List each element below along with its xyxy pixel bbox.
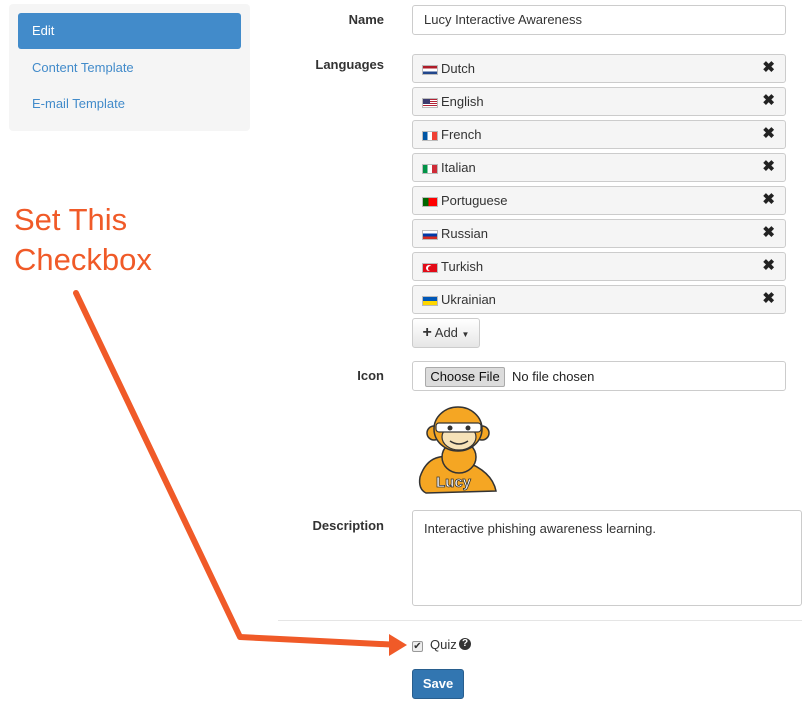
language-item-dutch: Dutch ✖	[412, 54, 786, 83]
remove-icon[interactable]: ✖	[762, 220, 775, 246]
remove-icon[interactable]: ✖	[762, 121, 775, 147]
pt-flag-icon	[422, 197, 438, 207]
remove-icon[interactable]: ✖	[762, 55, 775, 81]
language-item-portuguese: Portuguese ✖	[412, 186, 786, 215]
choose-file-button[interactable]: Choose File	[425, 367, 505, 387]
icon-label: Icon	[357, 368, 384, 383]
ua-flag-icon	[422, 296, 438, 306]
remove-icon[interactable]: ✖	[762, 253, 775, 279]
divider	[278, 620, 802, 621]
quiz-label: Quiz	[430, 637, 457, 652]
language-name: Dutch	[441, 61, 475, 76]
language-item-french: French ✖	[412, 120, 786, 149]
language-item-italian: Italian ✖	[412, 153, 786, 182]
tr-flag-icon	[422, 263, 438, 273]
language-item-english: English ✖	[412, 87, 786, 116]
language-name: Russian	[441, 226, 488, 241]
lucy-logo-image: Lucy	[418, 406, 497, 494]
language-name: English	[441, 94, 484, 109]
language-name: French	[441, 127, 482, 142]
remove-icon[interactable]: ✖	[762, 187, 775, 213]
language-item-russian: Russian ✖	[412, 219, 786, 248]
icon-file-input[interactable]: Choose File No file chosen	[412, 361, 786, 391]
language-name: Ukrainian	[441, 292, 496, 307]
description-textarea[interactable]: Interactive phishing awareness learning.	[412, 510, 802, 606]
remove-icon[interactable]: ✖	[762, 88, 775, 114]
save-button[interactable]: Save	[412, 669, 464, 699]
help-icon[interactable]: ?	[459, 638, 471, 650]
language-name: Italian	[441, 160, 476, 175]
remove-icon[interactable]: ✖	[762, 154, 775, 180]
nl-flag-icon	[422, 65, 438, 75]
add-language-button[interactable]: + Add ▼	[412, 318, 480, 348]
us-flag-icon	[422, 98, 438, 108]
add-label: Add	[434, 325, 458, 340]
plus-icon: +	[422, 324, 432, 341]
quiz-checkbox[interactable]: ✔	[412, 641, 423, 652]
caret-down-icon: ▼	[461, 330, 470, 339]
name-label: Name	[348, 12, 384, 27]
logo-text: Lucy	[436, 474, 472, 491]
no-file-text: No file chosen	[512, 369, 595, 384]
language-name: Portuguese	[441, 193, 508, 208]
language-name: Turkish	[441, 259, 484, 274]
languages-label: Languages	[315, 57, 384, 72]
name-input[interactable]: Lucy Interactive Awareness	[412, 5, 786, 35]
description-label: Description	[312, 518, 384, 533]
fr-flag-icon	[422, 131, 438, 141]
remove-icon[interactable]: ✖	[762, 286, 775, 312]
language-item-ukrainian: Ukrainian ✖	[412, 285, 786, 314]
it-flag-icon	[422, 164, 438, 174]
ru-flag-icon	[422, 230, 438, 240]
language-item-turkish: Turkish ✖	[412, 252, 786, 281]
